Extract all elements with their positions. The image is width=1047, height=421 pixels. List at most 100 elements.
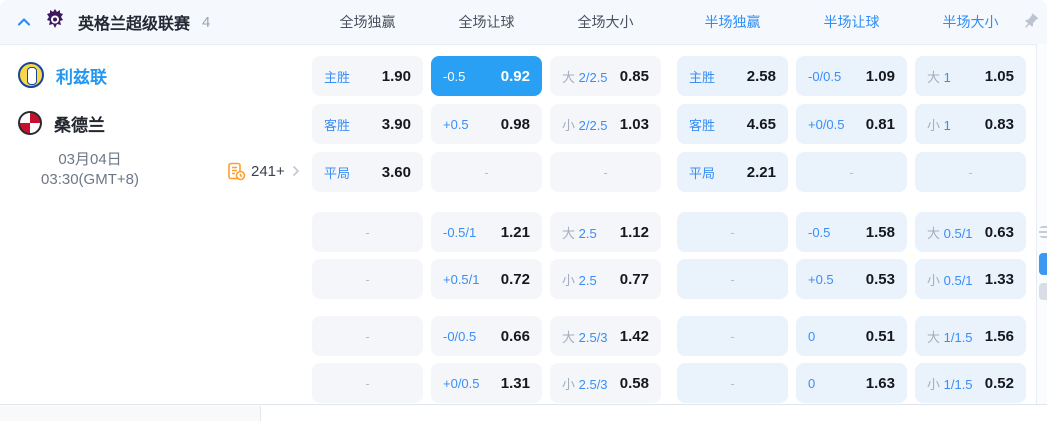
odds-label: +0/0.5: [443, 375, 480, 391]
odds-label: 0: [808, 375, 816, 391]
odds-value: 0.53: [865, 270, 895, 288]
odds-value: 0.63: [984, 223, 1014, 241]
odds-cell[interactable]: 客胜 3.90: [312, 104, 423, 144]
match-date: 03月04日: [58, 151, 122, 168]
empty-odds-dash: -: [730, 224, 735, 240]
more-markets-button[interactable]: 241+: [226, 161, 302, 181]
empty-odds-dash: -: [730, 328, 735, 344]
odds-cell-empty: -: [431, 152, 542, 192]
odds-value: 0.51: [865, 327, 895, 345]
odds-value: 0.52: [984, 374, 1014, 392]
empty-odds-dash: -: [730, 375, 735, 391]
floating-button-fragment[interactable]: [1039, 283, 1047, 300]
odds-cell-empty: -: [915, 152, 1026, 192]
column-header-2: 全场让球: [458, 14, 515, 30]
odds-cell[interactable]: 平局 3.60: [312, 152, 423, 192]
odds-cell[interactable]: 小 2.5/3 0.58: [550, 363, 661, 403]
odds-cell[interactable]: 大 1/1.5 1.56: [915, 316, 1026, 356]
odds-cell[interactable]: -0/0.5 0.66: [431, 316, 542, 356]
odds-cell[interactable]: -0.5/1 1.21: [431, 212, 542, 252]
odds-value: 1.05: [984, 67, 1014, 85]
odds-cell[interactable]: 主胜 2.58: [677, 56, 788, 96]
empty-odds-dash: -: [365, 328, 370, 344]
empty-odds-dash: -: [484, 164, 489, 180]
odds-value: 0.58: [619, 374, 649, 392]
odds-cell[interactable]: +0/0.5 0.81: [796, 104, 907, 144]
odds-cell-empty: -: [677, 363, 788, 403]
league-header: 英格兰超级联赛 4 全场独赢 全场让球 全场大小 半场独赢 半场让球 半场大小: [0, 0, 1047, 45]
odds-value: 1.42: [619, 327, 649, 345]
odds-label: +0.5: [808, 271, 834, 287]
away-team-name: 桑德兰: [54, 115, 105, 135]
empty-odds-dash: -: [968, 164, 973, 180]
odds-cell[interactable]: 小 1 0.83: [915, 104, 1026, 144]
odds-cell[interactable]: 大 2/2.5 0.85: [550, 56, 661, 96]
away-team-row[interactable]: 桑德兰: [18, 108, 105, 138]
odds-cell[interactable]: +0/0.5 1.31: [431, 363, 542, 403]
odds-cell[interactable]: 客胜 4.65: [677, 104, 788, 144]
odds-label: +0/0.5: [808, 116, 845, 132]
odds-cell[interactable]: 小 2/2.5 1.03: [550, 104, 661, 144]
odds-value: 1.90: [381, 67, 411, 85]
league-title: 英格兰超级联赛: [78, 16, 191, 33]
odds-value: 4.65: [746, 115, 776, 133]
odds-cell[interactable]: 0 1.63: [796, 363, 907, 403]
match-time: 03:30(GMT+8): [41, 171, 139, 188]
odds-label: 大 2.5/3: [562, 329, 608, 345]
odds-value: 0.98: [500, 115, 530, 133]
collapse-league-button[interactable]: [16, 14, 32, 30]
column-header-6: 半场大小: [942, 14, 999, 30]
odds-label: 大 2/2.5: [562, 69, 608, 85]
odds-cell[interactable]: 小 2.5 0.77: [550, 259, 661, 299]
empty-odds-dash: -: [730, 271, 735, 287]
odds-cell[interactable]: 大 0.5/1 0.63: [915, 212, 1026, 252]
odds-cell[interactable]: +0.5 0.53: [796, 259, 907, 299]
odds-label: 主胜: [689, 69, 716, 85]
chevron-up-icon: [17, 18, 31, 26]
odds-label: 小 1/1.5: [927, 376, 973, 392]
odds-label: 大 1/1.5: [927, 329, 973, 345]
odds-cell-empty: -: [677, 259, 788, 299]
premier-league-logo-icon: [44, 8, 66, 37]
odds-cell[interactable]: -0/0.5 1.09: [796, 56, 907, 96]
odds-label: 小 1: [927, 117, 951, 133]
odds-label: 大 0.5/1: [927, 225, 973, 241]
odds-cell-empty: -: [550, 152, 661, 192]
odds-label: 平局: [689, 165, 716, 181]
odds-label: -0.5: [808, 224, 831, 240]
league-odds-table: 英格兰超级联赛 4 全场独赢 全场让球 全场大小 半场独赢 半场让球 半场大小 利兹联 桑…: [0, 0, 1047, 421]
odds-cell-empty: -: [677, 212, 788, 252]
odds-value: 1.03: [619, 115, 649, 133]
odds-cell-selected[interactable]: -0.5 0.92: [431, 56, 542, 96]
odds-cell[interactable]: 平局 2.21: [677, 152, 788, 192]
odds-history-icon: [228, 162, 246, 181]
odds-cell[interactable]: -0.5 1.58: [796, 212, 907, 252]
odds-label: 客胜: [689, 117, 716, 133]
odds-label: 小 0.5/1: [927, 272, 973, 288]
floating-button-fragment[interactable]: [1039, 253, 1047, 275]
league-match-count: 4: [202, 13, 211, 31]
home-team-badge-icon: [18, 62, 44, 88]
odds-label: +0.5: [443, 116, 469, 132]
odds-cell[interactable]: 大 2.5/3 1.42: [550, 316, 661, 356]
odds-cell[interactable]: 小 0.5/1 1.33: [915, 259, 1026, 299]
odds-cell[interactable]: 小 1/1.5 0.52: [915, 363, 1026, 403]
odds-value: 1.63: [865, 374, 895, 392]
odds-cell[interactable]: +0.5/1 0.72: [431, 259, 542, 299]
column-header-5: 半场让球: [823, 14, 880, 30]
odds-cell-empty: -: [312, 212, 423, 252]
home-team-row[interactable]: 利兹联: [18, 60, 107, 90]
odds-cell[interactable]: +0.5 0.98: [431, 104, 542, 144]
odds-value: 0.92: [500, 67, 530, 85]
odds-cell[interactable]: 主胜 1.90: [312, 56, 423, 96]
right-edge-strip: [1036, 44, 1047, 404]
empty-odds-dash: -: [365, 224, 370, 240]
odds-cell-empty: -: [796, 152, 907, 192]
odds-cell-empty: -: [677, 316, 788, 356]
odds-value: 0.66: [500, 327, 530, 345]
odds-cell[interactable]: 0 0.51: [796, 316, 907, 356]
odds-value: 1.21: [500, 223, 530, 241]
odds-cell[interactable]: 大 2.5 1.12: [550, 212, 661, 252]
odds-cell[interactable]: 大 1 1.05: [915, 56, 1026, 96]
odds-label: -0.5/1: [443, 224, 477, 240]
